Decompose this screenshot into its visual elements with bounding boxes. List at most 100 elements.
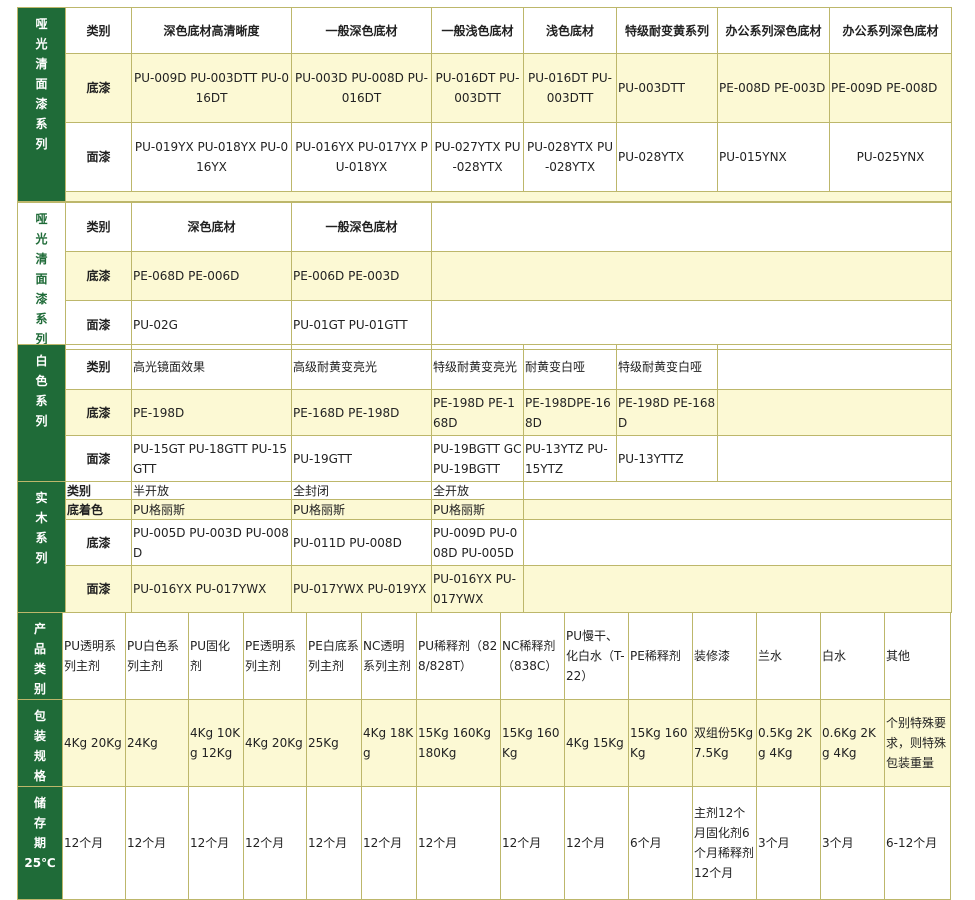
table-cell: PU-028YTX PU-028YTX <box>523 122 617 192</box>
product-category-cell: PU固化剂 <box>188 612 244 700</box>
table-cell: PU-005D PU-003D PU-008D <box>131 519 292 566</box>
empty-cell <box>431 300 952 350</box>
empty-cell <box>431 250 952 302</box>
table-cell: PE-009D PE-008D <box>829 53 952 124</box>
row-label-topcoat: 面漆 <box>65 122 132 192</box>
table-cell: PU-01GT PU-01GTT <box>291 300 432 350</box>
table-cell: PU格丽斯 <box>431 499 524 520</box>
storage-cell: 3个月 <box>820 786 885 900</box>
row-label-primer: 底漆 <box>65 53 132 124</box>
row-label-primer: 底漆 <box>65 250 132 302</box>
column-header: 全开放 <box>431 481 524 500</box>
table-cell: PU-19GTT <box>291 435 432 482</box>
column-header: 办公系列深色底材 <box>717 6 830 55</box>
table-cell: PU-13YTTZ <box>616 435 718 482</box>
storage-temperature: 25℃ <box>24 856 56 870</box>
packaging-cell: 4Kg 10Kg 12Kg <box>188 699 244 787</box>
packaging-cell: 0.6Kg 2Kg 4Kg <box>820 699 885 787</box>
column-header: 一般深色底材 <box>291 202 432 252</box>
product-category-cell: PE白底系列主剂 <box>306 612 362 700</box>
empty-cell <box>717 344 952 390</box>
storage-cell: 12个月 <box>361 786 417 900</box>
table-cell: PU-003DTT <box>616 53 718 124</box>
table-cell: PU-019YX PU-018YX PU-016YX <box>131 122 292 192</box>
table-cell: PU-015YNX <box>717 122 830 192</box>
product-category-cell: 白水 <box>820 612 885 700</box>
storage-side-label: 储存期 25℃ <box>17 786 63 900</box>
column-header: 全封闭 <box>291 481 432 500</box>
solid-wood-series-table: 实木系列 类别 半开放 全封闭 全开放 底着色 PU格丽斯 PU格丽斯 PU格丽… <box>17 481 952 613</box>
table-cell: PU-016YX PU-017YWX <box>431 565 524 613</box>
packaging-cell: 0.5Kg 2Kg 4Kg <box>756 699 821 787</box>
storage-cell: 12个月 <box>306 786 362 900</box>
table-cell: PU-028YTX <box>616 122 718 192</box>
table-cell: PE-168D PE-198D <box>291 389 432 436</box>
packaging-cell: 25Kg <box>306 699 362 787</box>
product-category-cell: PU慢干、化白水（T-22） <box>564 612 629 700</box>
table-cell: PE-068D PE-006D <box>131 250 292 302</box>
column-header: 浅色底材 <box>523 6 617 55</box>
empty-cell <box>523 565 952 613</box>
column-header: 半开放 <box>131 481 292 500</box>
empty-cell <box>523 481 952 500</box>
packaging-cell: 双组份5Kg 7.5Kg <box>692 699 757 787</box>
table-cell: PU-009D PU-008D PU-005D <box>431 519 524 566</box>
column-header: 一般深色底材 <box>291 6 432 55</box>
column-header: 深色底材高清晰度 <box>131 6 292 55</box>
empty-cell <box>431 202 952 252</box>
series-side-label: 白色系列 <box>17 344 66 482</box>
column-header: 深色底材 <box>131 202 292 252</box>
storage-cell: 12个月 <box>243 786 307 900</box>
storage-cell: 12个月 <box>500 786 565 900</box>
table-cell: PE-198DPE-168D <box>523 389 617 436</box>
empty-cell <box>717 389 952 436</box>
table-cell: PU-025YNX <box>829 122 952 192</box>
row-label-primer: 底漆 <box>65 389 132 436</box>
product-category-cell: NC透明系列主剂 <box>361 612 417 700</box>
column-header: 办公系列深色底材 <box>829 6 952 55</box>
product-category-cell: PU稀释剂（828/828T） <box>416 612 501 700</box>
storage-cell: 主剂12个月固化剂6个月稀释剂12个月 <box>692 786 757 900</box>
table-cell: PU-016YX PU-017YX PU-018YX <box>291 122 432 192</box>
column-header: 特级耐变黄系列 <box>616 6 718 55</box>
product-category-cell: NC稀释剂（838C） <box>500 612 565 700</box>
category-header: 类别 <box>65 202 132 252</box>
table-cell: PU-016DT PU-003DTT <box>431 53 524 124</box>
column-header: 高级耐黄变亮光 <box>291 344 432 390</box>
storage-cell: 6个月 <box>628 786 693 900</box>
table-cell: PU-011D PU-008D <box>291 519 432 566</box>
column-header: 特级耐黄变亮光 <box>431 344 524 390</box>
table-cell: PU-15GT PU-18GTT PU-15GTT <box>131 435 292 482</box>
column-header: 特级耐黄变白哑 <box>616 344 718 390</box>
table-cell: PE-008D PE-003D <box>717 53 830 124</box>
storage-cell: 12个月 <box>564 786 629 900</box>
column-header: 高光镜面效果 <box>131 344 292 390</box>
empty-cell <box>523 499 952 520</box>
storage-cell: 12个月 <box>188 786 244 900</box>
matte-clear-series-table-2: 哑光清面漆系列 类别 深色底材 一般深色底材 底漆 PE-068D PE-006… <box>17 202 952 350</box>
column-header: 耐黄变白哑 <box>523 344 617 390</box>
table-cell: PU-027YTX PU-028YTX <box>431 122 524 192</box>
category-header: 类别 <box>65 344 132 390</box>
table-cell: PU-003D PU-008D PU-016DT <box>291 53 432 124</box>
row-label-topcoat: 面漆 <box>65 565 132 613</box>
spacer-row <box>65 190 952 203</box>
table-cell: PU-016YX PU-017YWX <box>131 565 292 613</box>
packaging-cell: 4Kg 18Kg <box>361 699 417 787</box>
table-cell: PU-13YTZ PU-15YTZ <box>523 435 617 482</box>
product-category-cell: PE稀释剂 <box>628 612 693 700</box>
table-cell: PU-19BGTT GCPU-19BGTT <box>431 435 524 482</box>
white-series-table: 白色系列 类别 高光镜面效果 高级耐黄变亮光 特级耐黄变亮光 耐黄变白哑 特级耐… <box>17 344 952 482</box>
category-header: 类别 <box>65 481 132 500</box>
table-cell: PU-009D PU-003DTT PU-016DT <box>131 53 292 124</box>
packaging-cell: 4Kg 20Kg <box>243 699 307 787</box>
series-side-label: 实木系列 <box>17 481 66 613</box>
packaging-cell: 15Kg 160Kg <box>628 699 693 787</box>
table-cell: PE-198D <box>131 389 292 436</box>
packaging-cell: 24Kg <box>125 699 189 787</box>
table-cell: PE-198D PE-168D <box>616 389 718 436</box>
product-category-cell: PU透明系列主剂 <box>62 612 126 700</box>
table-cell: PU-016DT PU-003DTT <box>523 53 617 124</box>
table-cell: PE-006D PE-003D <box>291 250 432 302</box>
product-category-cell: 装修漆 <box>692 612 757 700</box>
